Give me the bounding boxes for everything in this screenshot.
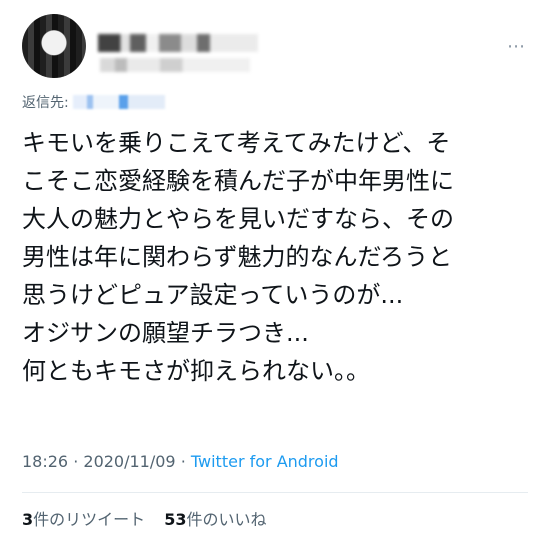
divider bbox=[22, 492, 528, 493]
reply-to-label: 返信先: bbox=[22, 95, 69, 111]
reply-to-line: 返信先: bbox=[22, 92, 166, 112]
meta-separator-1: · bbox=[73, 452, 79, 471]
tweet-source-link[interactable]: Twitter for Android bbox=[191, 452, 339, 471]
username-blurred[interactable] bbox=[100, 58, 250, 72]
likes-count: 53 bbox=[164, 510, 187, 529]
tweet-date[interactable]: 2020/11/09 bbox=[83, 452, 175, 471]
tweet-header: ⋯ bbox=[22, 14, 532, 86]
display-name-blurred[interactable] bbox=[98, 34, 258, 52]
tweet-time[interactable]: 18:26 bbox=[22, 452, 68, 471]
tweet-meta: 18:26 · 2020/11/09 · Twitter for Android bbox=[22, 452, 339, 471]
avatar[interactable] bbox=[22, 14, 86, 78]
more-options-icon[interactable]: ⋯ bbox=[507, 36, 526, 57]
retweets-label: 件のリツイート bbox=[33, 510, 146, 529]
tweet-text: キモいを乗りこえて考えてみたけど、そ こそこ恋愛経験を積んだ子が中年男性に 大人… bbox=[22, 129, 454, 385]
retweets-stat[interactable]: 3件のリツイート bbox=[22, 510, 145, 529]
meta-separator-2: · bbox=[180, 452, 186, 471]
tweet-stats: 3件のリツイート 53件のいいね bbox=[22, 506, 281, 530]
likes-label: 件のいいね bbox=[186, 510, 267, 529]
retweets-count: 3 bbox=[22, 510, 34, 529]
likes-stat[interactable]: 53件のいいね bbox=[164, 510, 266, 529]
reply-target-blurred[interactable] bbox=[73, 95, 166, 109]
